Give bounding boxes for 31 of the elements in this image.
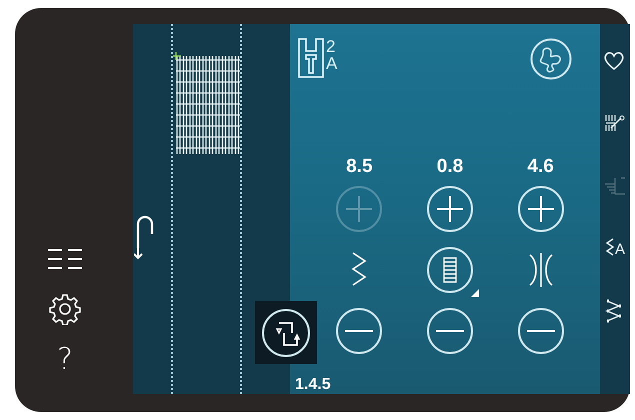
foot-letter: A	[326, 55, 338, 72]
positioning-value: 4.6	[527, 156, 554, 178]
stitch-technique-icon[interactable]	[530, 38, 572, 80]
minus-icon	[345, 329, 374, 333]
settings-icon	[49, 293, 81, 325]
stitch-length-value: 0.8	[436, 156, 464, 178]
minus-icon	[436, 329, 464, 333]
minus-button[interactable]	[426, 308, 473, 354]
stitch-restart-button[interactable]	[255, 301, 317, 364]
plus-button[interactable]	[426, 186, 473, 232]
plus-icon	[436, 195, 464, 223]
settings-button[interactable]	[46, 292, 84, 326]
presser-foot-icon	[298, 38, 324, 78]
plus-button[interactable]	[518, 186, 564, 232]
plus-icon	[345, 195, 374, 223]
stitch-width-value: 8.5	[346, 156, 373, 178]
loop-arrows-icon	[260, 306, 312, 358]
stitch-number: 1.4.5	[295, 376, 331, 394]
minus-button[interactable]	[518, 308, 564, 354]
text-letter: A	[614, 242, 625, 257]
help-button[interactable]: ?	[46, 342, 84, 376]
text-button[interactable]: A	[601, 236, 629, 298]
ladder-icon	[442, 257, 457, 283]
zigzag-icon	[604, 236, 615, 258]
plus-icon	[526, 195, 555, 223]
list-icon	[47, 248, 83, 270]
minus-button[interactable]	[336, 308, 382, 354]
minus-icon	[526, 329, 555, 333]
stitch-density-button[interactable]	[426, 247, 473, 293]
corner-mark-icon	[470, 289, 479, 297]
foot-number: 2	[326, 38, 336, 55]
